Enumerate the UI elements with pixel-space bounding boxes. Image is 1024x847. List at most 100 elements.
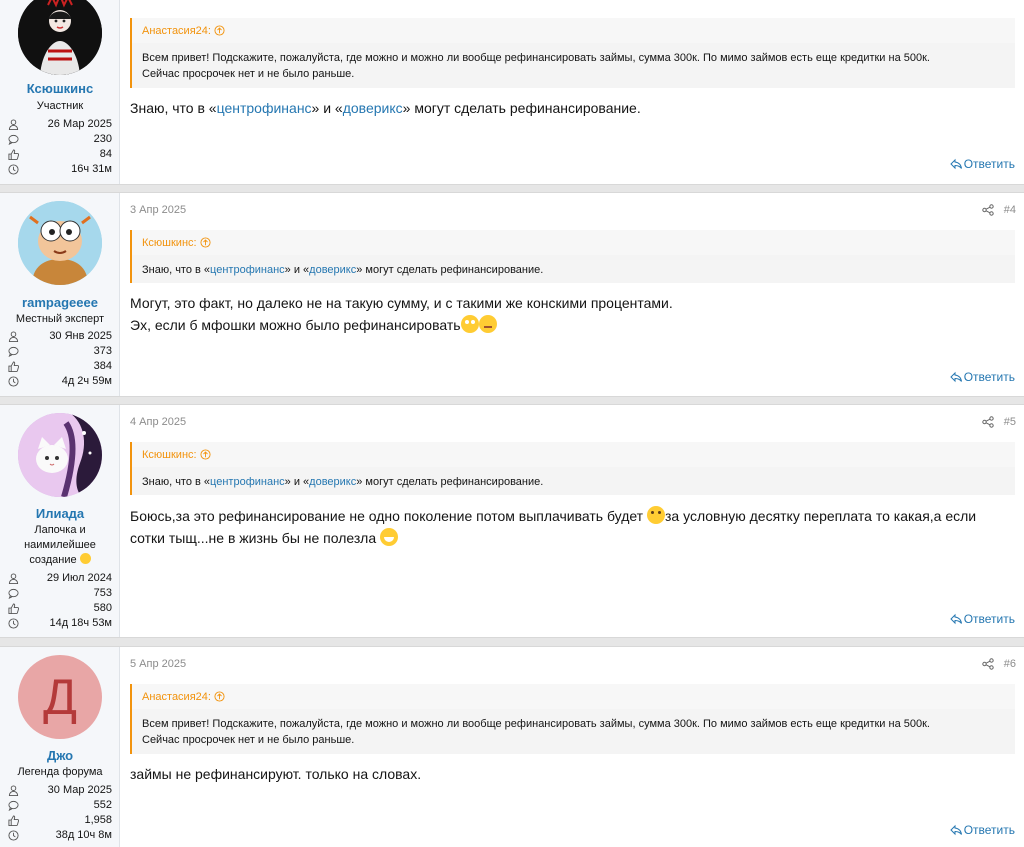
username[interactable]: Илиада xyxy=(0,506,120,521)
stat-online: 14д 18ч 53м xyxy=(6,616,112,631)
post-number[interactable]: #6 xyxy=(1004,658,1016,670)
user-panel: rampageeee Местный эксперт 30 Янв 2025 3… xyxy=(0,193,120,396)
reply-button[interactable]: Ответить xyxy=(950,370,1015,384)
laughing-emoji-icon xyxy=(380,528,398,546)
share-icon[interactable] xyxy=(982,658,994,670)
stat-joined: 30 Мар 2025 xyxy=(6,783,112,798)
avatar[interactable] xyxy=(18,413,102,497)
stat-messages: 753 xyxy=(6,586,112,601)
post-body: Анастасия24: Всем привет! Подскажите, по… xyxy=(121,0,1024,184)
post-text: Знаю, что в «центрофинанс» и «доверикс» … xyxy=(130,100,641,116)
message-icon xyxy=(8,588,19,599)
stat-messages: 552 xyxy=(6,798,112,813)
share-icon[interactable] xyxy=(982,204,994,216)
post-text: Боюсь,за это рефинансирование не одно по… xyxy=(130,506,977,546)
user-title: Легенда форума xyxy=(17,766,103,778)
stat-messages: 373 xyxy=(6,344,112,359)
post-3: Ксюшкинс Участник 26 Мар 2025 230 84 16ч… xyxy=(0,0,1024,185)
username[interactable]: Ксюшкинс xyxy=(0,81,120,96)
post-text: Могут, это факт, но далеко не на такую с… xyxy=(130,295,673,333)
post-number[interactable]: #4 xyxy=(1004,204,1016,216)
quote-block: Ксюшкинс: Знаю, что в «центрофинанс» и «… xyxy=(130,230,1015,283)
like-icon xyxy=(8,361,19,372)
avatar[interactable] xyxy=(18,0,102,75)
link-doveriks[interactable]: доверикс xyxy=(309,476,356,488)
user-title: Местный эксперт xyxy=(15,313,105,325)
quote-text: Всем привет! Подскажите, пожалуйста, где… xyxy=(132,43,1015,88)
smile-emoji-icon xyxy=(79,553,91,564)
post-body: 4 Апр 2025 #5 Ксюшкинс: Знаю, что в «цен… xyxy=(121,405,1024,637)
message-icon xyxy=(8,134,19,145)
like-icon xyxy=(8,603,19,614)
reply-icon xyxy=(950,613,962,625)
user-panel: Д Джо Легенда форума 30 Мар 2025 552 1,9… xyxy=(0,647,120,847)
avatar[interactable]: Д xyxy=(18,655,102,739)
user-icon xyxy=(8,331,19,342)
link-centrofinans[interactable]: центрофинанс xyxy=(210,264,285,276)
post-4: rampageeee Местный эксперт 30 Янв 2025 3… xyxy=(0,192,1024,397)
post-body: 5 Апр 2025 #6 Анастасия24: Всем привет! … xyxy=(121,647,1024,847)
stat-reactions: 384 xyxy=(6,359,112,374)
pleading-emoji-icon xyxy=(460,315,479,333)
like-icon xyxy=(8,815,19,826)
post-body: 3 Апр 2025 #4 Ксюшкинс: Знаю, что в «цен… xyxy=(121,193,1024,396)
arrow-up-icon[interactable] xyxy=(200,449,211,460)
reply-button[interactable]: Ответить xyxy=(950,157,1015,171)
stat-reactions: 580 xyxy=(6,601,112,616)
clock-icon xyxy=(8,164,19,175)
stat-online: 16ч 31м xyxy=(6,162,112,177)
post-date[interactable]: 3 Апр 2025 xyxy=(130,204,186,216)
stat-messages: 230 xyxy=(6,132,112,147)
hugging-emoji-icon xyxy=(478,315,497,333)
post-number[interactable]: #5 xyxy=(1004,416,1016,428)
avatar[interactable] xyxy=(18,201,102,285)
arrow-up-icon[interactable] xyxy=(214,691,225,702)
quote-block: Анастасия24: Всем привет! Подскажите, по… xyxy=(130,18,1015,88)
stat-joined: 26 Мар 2025 xyxy=(6,117,112,132)
reply-button[interactable]: Ответить xyxy=(950,823,1015,837)
quote-block: Ксюшкинс: Знаю, что в «центрофинанс» и «… xyxy=(130,442,1015,495)
post-6: Д Джо Легенда форума 30 Мар 2025 552 1,9… xyxy=(0,646,1024,847)
link-centrofinans[interactable]: центрофинанс xyxy=(210,476,285,488)
link-centrofinans[interactable]: центрофинанс xyxy=(217,100,312,116)
reply-button[interactable]: Ответить xyxy=(950,612,1015,626)
quote-author[interactable]: Анастасия24: xyxy=(142,691,225,703)
link-doveriks[interactable]: доверикс xyxy=(343,100,403,116)
username[interactable]: rampageeee xyxy=(0,295,120,310)
post-5: Илиада Лапочка и наимилейшее создание 29… xyxy=(0,404,1024,638)
clock-icon xyxy=(8,618,19,629)
quote-text: Всем привет! Подскажите, пожалуйста, где… xyxy=(132,709,1015,754)
stat-online: 4д 2ч 59м xyxy=(6,374,112,389)
user-title: Участник xyxy=(36,100,84,112)
post-date[interactable]: 4 Апр 2025 xyxy=(130,416,186,428)
reply-icon xyxy=(950,824,962,836)
message-icon xyxy=(8,800,19,811)
arrow-up-icon[interactable] xyxy=(214,25,225,36)
share-icon[interactable] xyxy=(982,416,994,428)
stat-joined: 29 Июл 2024 xyxy=(6,571,112,586)
message-icon xyxy=(8,346,19,357)
post-date[interactable]: 5 Апр 2025 xyxy=(130,658,186,670)
stat-online: 38д 10ч 8м xyxy=(6,828,112,843)
arrow-up-icon[interactable] xyxy=(200,237,211,248)
quote-text: Знаю, что в «центрофинанс» и «доверикс» … xyxy=(132,467,1015,495)
stat-joined: 30 Янв 2025 xyxy=(6,329,112,344)
stat-reactions: 1,958 xyxy=(6,813,112,828)
user-panel: Ксюшкинс Участник 26 Мар 2025 230 84 16ч… xyxy=(0,0,120,184)
quote-author[interactable]: Ксюшкинс: xyxy=(142,449,211,461)
link-doveriks[interactable]: доверикс xyxy=(309,264,356,276)
quote-author[interactable]: Анастасия24: xyxy=(142,25,225,37)
clock-icon xyxy=(8,376,19,387)
stat-reactions: 84 xyxy=(6,147,112,162)
user-icon xyxy=(8,785,19,796)
post-text: займы не рефинансируют. только на словах… xyxy=(130,766,422,782)
user-title: Лапочка и наимилейшее создание xyxy=(24,524,96,566)
like-icon xyxy=(8,149,19,160)
clock-icon xyxy=(8,830,19,841)
user-icon xyxy=(8,573,19,584)
user-icon xyxy=(8,119,19,130)
reply-icon xyxy=(950,158,962,170)
user-panel: Илиада Лапочка и наимилейшее создание 29… xyxy=(0,405,120,637)
quote-author[interactable]: Ксюшкинс: xyxy=(142,237,211,249)
username[interactable]: Джо xyxy=(0,748,120,763)
